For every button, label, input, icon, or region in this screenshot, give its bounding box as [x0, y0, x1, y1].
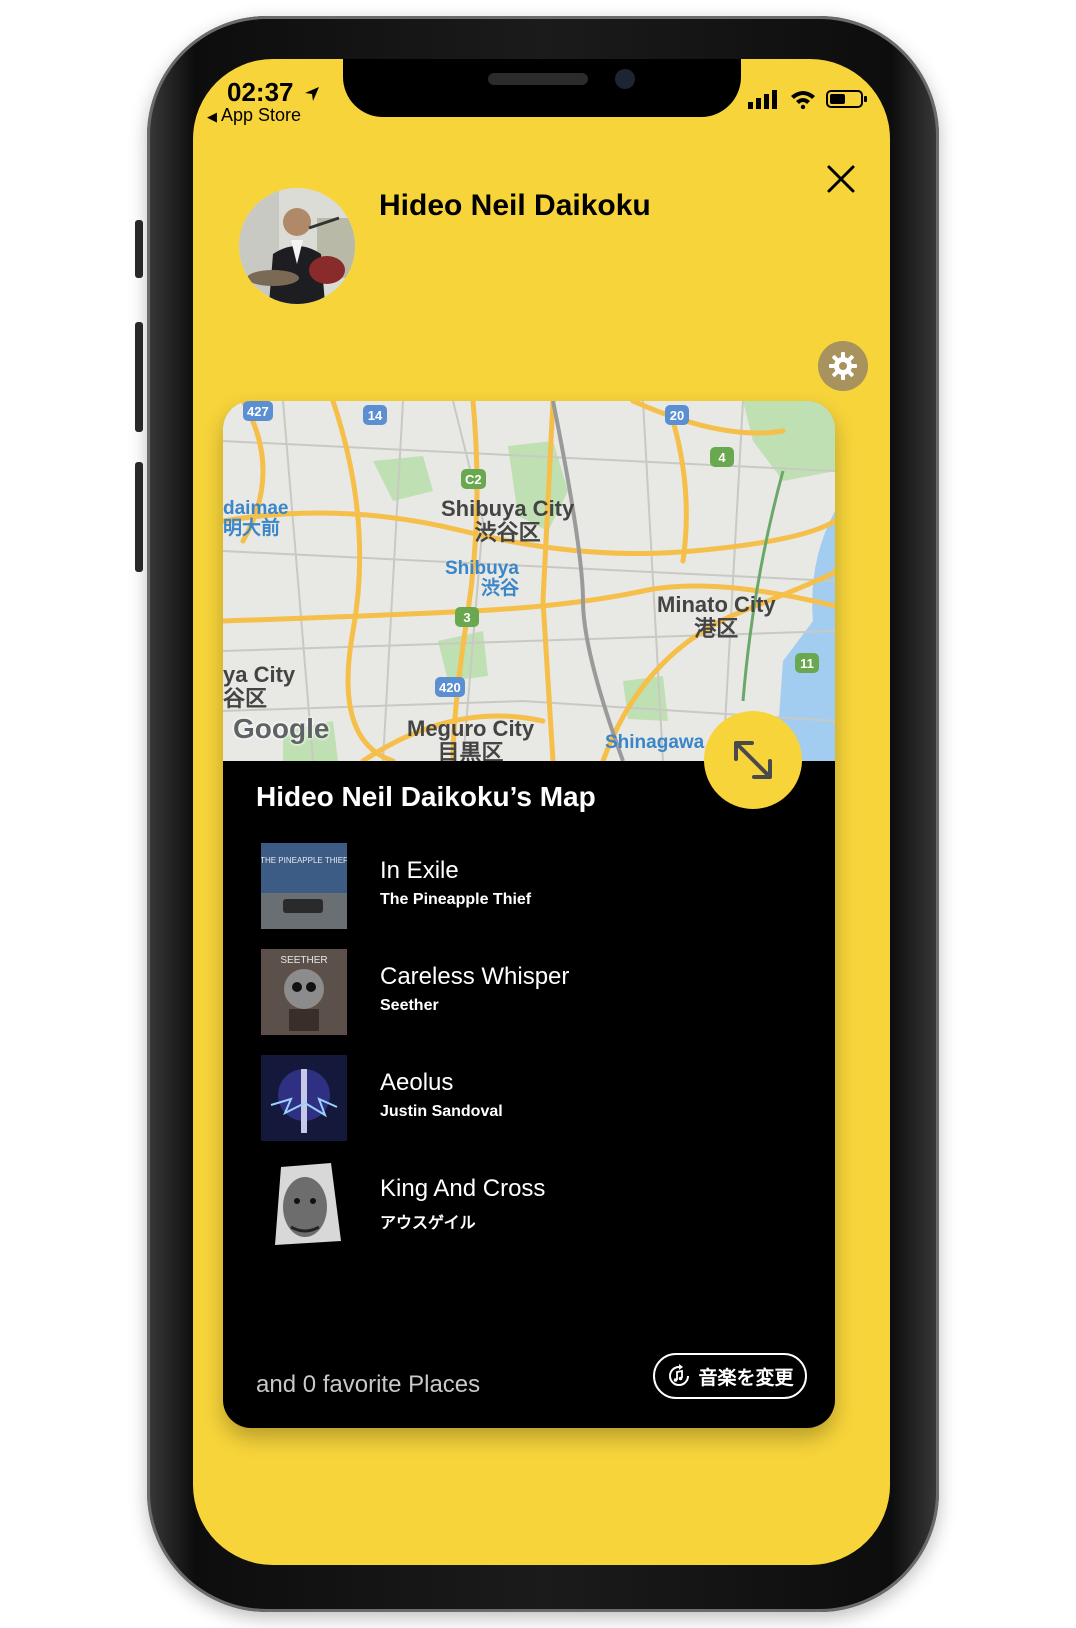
profile-name: Hideo Neil Daikoku	[379, 189, 651, 222]
track-title: King And Cross	[380, 1175, 546, 1202]
map-label-meguro-city: Meguro City 目黒区	[407, 716, 535, 762]
track-artist: Justin Sandoval	[380, 1103, 503, 1120]
front-camera	[615, 69, 635, 89]
track-artist: The Pineapple Thief	[380, 891, 532, 908]
avatar[interactable]	[239, 188, 355, 304]
google-logo: Google	[233, 713, 330, 744]
album-cover	[261, 1055, 347, 1141]
close-button[interactable]	[821, 159, 861, 199]
map-label-shibuya-city: Shibuya City 渋谷区	[441, 496, 575, 545]
map-tiles	[223, 401, 835, 761]
phone-screen: 02:37 ◀ App Store Hideo Neil Daikoku 427…	[193, 59, 890, 1565]
album-cover-text: THE PINEAPPLE THIEF	[261, 856, 347, 865]
map-view[interactable]: 427 14 20 4 C2 3 420 11 Shibuya City 渋谷区 …	[223, 401, 835, 761]
album-cover-aeolus	[261, 1055, 347, 1141]
map-label-meidaimae: daimae 明大前	[223, 498, 289, 539]
silent-switch	[135, 220, 143, 278]
back-to-app-store[interactable]: ◀ App Store	[207, 105, 301, 126]
location-arrow-icon	[304, 87, 319, 102]
status-indicators	[748, 89, 868, 109]
favorite-places-count: and 0 favorite Places	[256, 1371, 481, 1398]
cellular-signal-icon	[748, 90, 777, 109]
road-badge-420: 420	[435, 677, 465, 697]
notch	[343, 59, 741, 117]
volume-down-button	[135, 462, 143, 572]
map-label-shinagawa: Shinagawa	[605, 732, 705, 753]
road-badge-20: 20	[665, 405, 689, 425]
track-title: In Exile	[380, 857, 459, 884]
track-title: Careless Whisper	[380, 963, 570, 990]
map-label-shibuya-station: Shibuya 渋谷	[445, 558, 520, 599]
close-icon	[827, 165, 855, 193]
track-artist: Seether	[380, 997, 439, 1014]
speaker-grille	[488, 73, 588, 85]
status-time: 02:37	[227, 77, 321, 108]
gear-icon	[829, 352, 857, 380]
album-cover: SEETHER	[261, 949, 347, 1035]
change-music-label: 音楽を変更	[698, 1367, 794, 1389]
road-badge-427: 427	[243, 401, 273, 421]
road-badge-4: 4	[710, 447, 734, 467]
battery-icon	[826, 90, 867, 108]
track-item[interactable]: SEETHER Careless Whisper Seether	[261, 949, 801, 1037]
road-badge-14: 14	[363, 405, 387, 425]
expand-arrows-icon	[734, 741, 772, 779]
album-cover-in-exile: THE PINEAPPLE THIEF	[261, 843, 347, 929]
map-title: Hideo Neil Daikoku’s Map	[256, 781, 596, 812]
volume-up-button	[135, 322, 143, 432]
wifi-icon	[791, 91, 815, 109]
map-label-setagaya-city: ya City 谷区	[223, 662, 296, 711]
album-cover-careless-whisper: SEETHER	[261, 949, 347, 1035]
track-item[interactable]: King And Cross アウスゲイル	[261, 1161, 801, 1249]
back-triangle-icon: ◀	[207, 109, 217, 124]
expand-map-button[interactable]	[704, 711, 802, 809]
map-label-minato-city: Minato City 港区	[657, 592, 776, 641]
settings-button[interactable]	[818, 341, 868, 391]
track-item[interactable]: THE PINEAPPLE THIEF In Exile The Pineapp…	[261, 843, 801, 931]
album-cover-text: SEETHER	[280, 955, 327, 966]
music-refresh-icon	[669, 1364, 690, 1386]
change-music-button[interactable]: 音楽を変更	[653, 1353, 807, 1399]
album-cover	[261, 1161, 347, 1247]
track-title: Aeolus	[380, 1069, 454, 1096]
road-badge-11: 11	[795, 653, 819, 673]
avatar-photo	[239, 188, 355, 304]
track-item[interactable]: Aeolus Justin Sandoval	[261, 1055, 801, 1143]
album-cover: THE PINEAPPLE THIEF	[261, 843, 347, 929]
road-badge-c2: C2	[461, 469, 486, 489]
track-artist: アウスゲイル	[380, 1215, 476, 1232]
music-map-card: 427 14 20 4 C2 3 420 11 Shibuya City 渋谷区 …	[223, 401, 835, 1428]
album-cover-king-and-cross	[261, 1161, 347, 1247]
road-badge-3: 3	[455, 607, 479, 627]
